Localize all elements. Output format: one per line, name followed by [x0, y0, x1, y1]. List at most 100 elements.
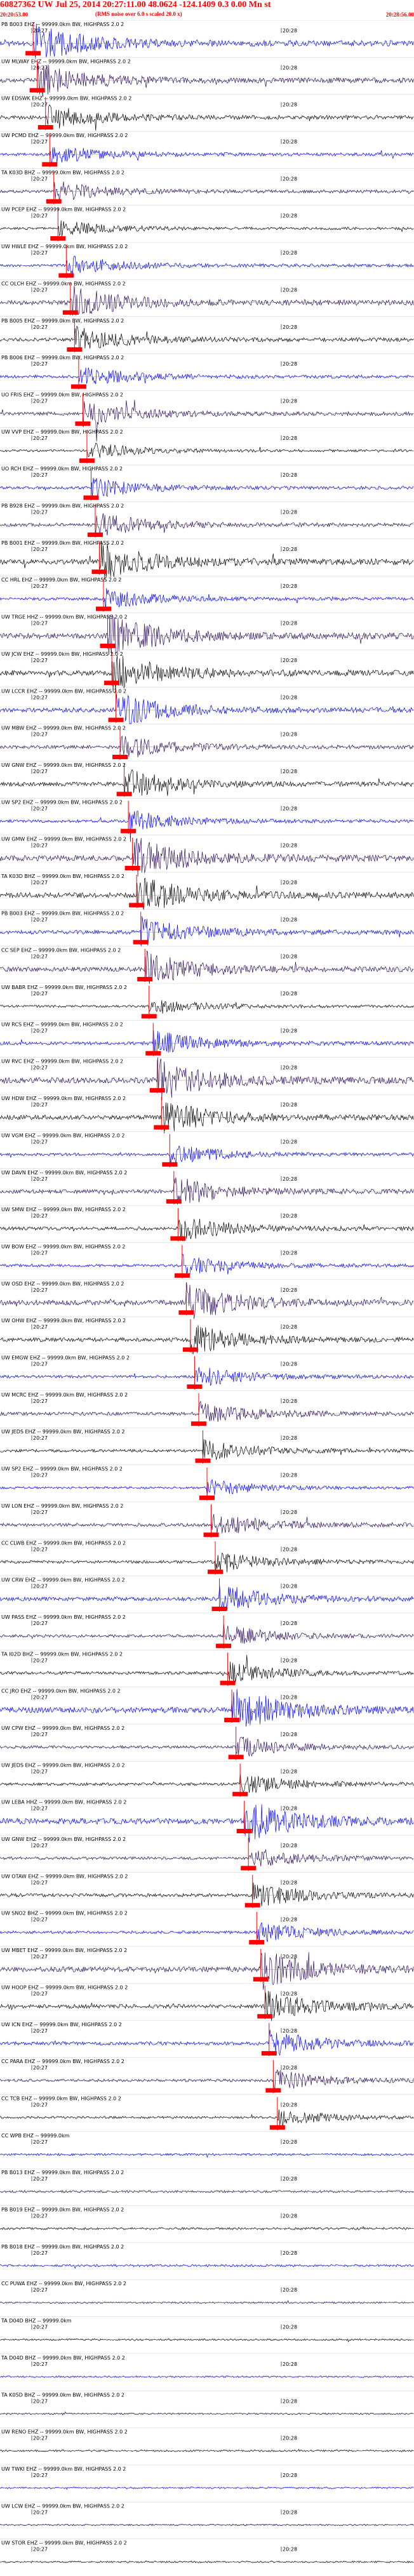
tick-label: 20:28 — [283, 250, 297, 256]
trace-row: TA D04D BHZ -- 99999.0km BW, HIGHPASS 2.… — [0, 2353, 414, 2379]
tick-label: 20:27 — [33, 1324, 48, 1330]
waveform-line — [0, 1254, 414, 1278]
tick-label: 20:27 — [33, 583, 48, 589]
tick-label: 20:27 — [33, 1028, 48, 1033]
tick-label: 20:27 — [33, 843, 48, 849]
pick-marker — [46, 199, 62, 204]
tick-label: 20:28 — [283, 213, 297, 219]
station-label: UW MBET EHZ -- 99999.0km BW, HIGHPASS 2.… — [1, 1948, 127, 1953]
station-label: PB B001 EHZ -- 99999.0km BW, HIGHPASS 2.… — [1, 540, 124, 546]
trace-row: UW CPW EHZ -- 99999.0km BW, HIGHPASS 2.0… — [0, 1723, 414, 1760]
tick-label: 20:28 — [283, 694, 297, 700]
station-label: UW HOOP EHZ -- 99999.0km BW, HIGHPASS 2.… — [1, 1984, 128, 1990]
trace-row: UW TRGE HHZ -- 99999.0km BW, HIGHPASS 2.… — [0, 613, 414, 655]
waveform-line — [0, 1585, 414, 1610]
tick-label: 20:27 — [33, 2102, 48, 2108]
tick-label: 20:28 — [283, 2176, 297, 2182]
station-label: CC SEP EHZ -- 99999.0km BW, HIGHPASS 2.0… — [1, 948, 121, 953]
station-label: PB B006 EHZ -- 99999.0km BW, HIGHPASS 2.… — [1, 355, 124, 361]
trace-row: TA K03D BHZ -- 99999.0km BW, HIGHPASS 2.… — [0, 872, 414, 910]
trace-row: PB B013 EHZ -- 99999.0km BW, HIGHPASS 2.… — [0, 2168, 414, 2193]
trace-row: UO RCH EHZ -- 99999.0km BW, HIGHPASS 2.0… — [0, 464, 414, 501]
station-label: TA D04D BHZ -- 99999.0km — [1, 2318, 72, 2324]
tick-label: 20:27 — [33, 694, 48, 700]
pick-marker — [62, 310, 78, 315]
waveform-line — [0, 1282, 414, 1319]
station-label: PB B003 EHZ -- 99999.0km BW, HIGHPASS 2.… — [1, 22, 124, 27]
tick-label: 20:28 — [283, 1287, 297, 1293]
station-label: UW RENO EHZ -- 99999.0km BW, HIGHPASS 2.… — [1, 2429, 128, 2435]
tick-label: 20:28 — [283, 1028, 297, 1033]
header: 60827362 UW Jul 25, 2014 20:27:11.00 48.… — [0, 0, 414, 20]
tick-label: 20:28 — [283, 2361, 297, 2367]
pick-marker — [220, 1680, 236, 1685]
tick-label: 20:28 — [283, 583, 297, 589]
pick-marker — [244, 1902, 260, 1908]
station-label: TA I02D BHZ -- 99999.0km BW, HIGHPASS 2.… — [1, 1651, 123, 1657]
tick-label: 20:27 — [33, 2509, 48, 2515]
tick-label: 20:28 — [283, 2436, 297, 2441]
tick-label: 20:27 — [33, 917, 48, 922]
tick-label: 20:28 — [283, 2398, 297, 2404]
waveform-line — [0, 399, 414, 442]
pick-marker — [241, 1866, 257, 1871]
waveform-line — [0, 1367, 414, 1386]
waveform-line — [0, 2109, 414, 2127]
pick-marker — [149, 1088, 165, 1093]
trace-row: UW SMW EHZ -- 99999.0km BW, HIGHPASS 2.0… — [0, 1205, 414, 1242]
trace-row: UW GNW EHZ -- 99999.0km BW, HIGHPASS 2.0… — [0, 760, 414, 797]
trace-row: UW GNW EHZ -- 99999.0km BW, HIGHPASS 2.0… — [0, 1835, 414, 1871]
station-label: UW OSD EHZ -- 99999.0km BW, HIGHPASS 2.0… — [1, 1281, 124, 1287]
tick-label: 20:28 — [283, 658, 297, 663]
tick-label: 20:28 — [283, 1250, 297, 1256]
pick-marker — [178, 1310, 194, 1315]
pick-marker — [154, 1125, 170, 1130]
station-label: CC JRO EHZ -- 99999.0km BW, HIGHPASS 2.0… — [1, 1689, 121, 1694]
tick-label: 20:28 — [283, 1473, 297, 1478]
waveform-line — [0, 614, 414, 655]
tick-label: 20:28 — [283, 1362, 297, 1367]
tick-label: 20:27 — [33, 732, 48, 738]
tick-label: 20:28 — [283, 324, 297, 330]
trace-row: PB B019 EHZ -- 99999.0km BW, HIGHPASS 2.… — [0, 2205, 414, 2231]
pick-marker — [249, 1940, 265, 1945]
waveform-line — [0, 1030, 414, 1056]
pick-marker — [141, 1014, 157, 1019]
tick-label: 20:27 — [33, 2287, 48, 2293]
waveform-line — [0, 2264, 414, 2269]
trace-row: UW MLWAY EHZ -- 99999.0km BW, HIGHPASS 2… — [0, 57, 414, 97]
pick-marker — [83, 495, 99, 500]
pick-marker — [187, 1384, 203, 1389]
tick-label: 20:28 — [283, 2325, 297, 2330]
tick-label: 20:28 — [283, 2509, 297, 2515]
tick-label: 20:27 — [33, 1584, 48, 1590]
trace-row: PB B928 EHZ -- 99999.0km BW, HIGHPASS 2.… — [0, 501, 414, 538]
tick-label: 20:28 — [283, 769, 297, 774]
tick-label: 20:27 — [33, 472, 48, 478]
trace-row: UW TWKI EHZ -- 99999.0km BW, HIGHPASS 2.… — [0, 2464, 414, 2490]
tick-label: 20:27 — [33, 1250, 48, 1256]
pick-marker — [236, 1829, 252, 1834]
tick-label: 20:28 — [283, 1769, 297, 1774]
station-label: UW JEDS EHZ -- 99999.0km BW, HIGHPASS 2.… — [1, 1429, 125, 1435]
waveform-line — [0, 1882, 414, 1907]
waveform-line — [0, 442, 414, 458]
trace-row: PB B005 EHZ -- 99999.0km BW, HIGHPASS 2.… — [0, 316, 414, 353]
station-label: UW SNO2 BHZ -- 99999.0km BW, HIGHPASS 2.… — [1, 1911, 128, 1916]
waveform-line — [0, 1624, 414, 1644]
trace-row: UW STOR EHZ -- 99999.0km BW, HIGHPASS 2.… — [0, 2539, 414, 2563]
waveform-line — [0, 916, 414, 946]
station-label: UW DAVN EHZ -- 99999.0km BW, HIGHPASS 2.… — [1, 1170, 127, 1176]
station-label: UW CRW EHZ -- 99999.0km BW, HIGHPASS 2.0… — [1, 1577, 125, 1583]
pick-marker — [108, 717, 124, 722]
station-label: UW EMGW EHZ -- 99999.0km BW, HIGHPASS 2.… — [1, 1355, 130, 1361]
station-label: UW CPW EHZ -- 99999.0km BW, HIGHPASS 2.0… — [1, 1725, 124, 1731]
pick-marker — [224, 1718, 240, 1722]
station-label: UW MBW EHZ -- 99999.0km BW, HIGHPASS 2.0… — [1, 726, 126, 731]
waveform-line — [0, 1218, 414, 1242]
trace-row: UW SNO2 BHZ -- 99999.0km BW, HIGHPASS 2.… — [0, 1909, 414, 1946]
station-label: CC OLCH EHZ -- 99999.0km BW, HIGHPASS 2.… — [1, 281, 126, 286]
tick-label: 20:28 — [283, 547, 297, 552]
tick-label: 20:27 — [33, 398, 48, 404]
station-label: UW GNW EHZ -- 99999.0km BW, HIGHPASS 2.0… — [1, 762, 126, 768]
